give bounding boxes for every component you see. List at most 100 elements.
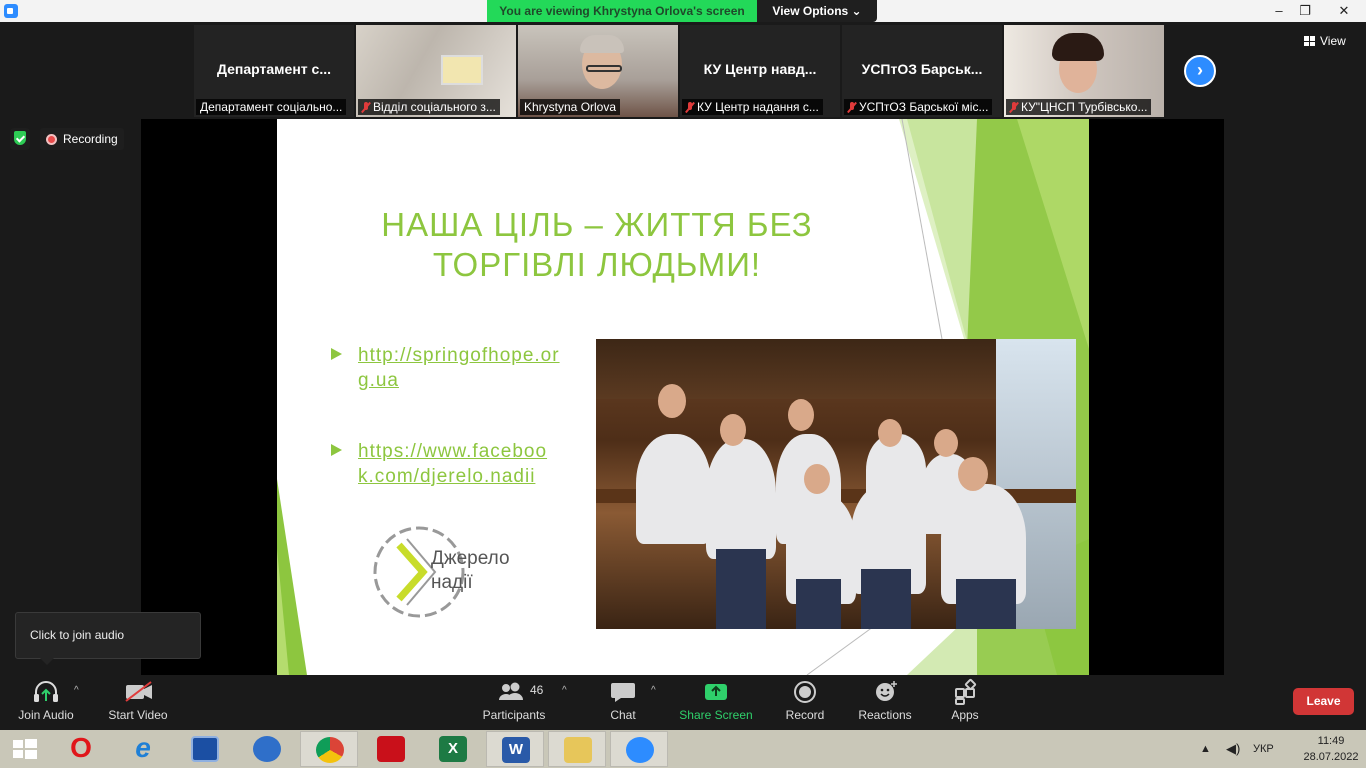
slide-bullet: https://www.facebook.com/djerelo.nadii (331, 439, 561, 489)
audio-options-caret[interactable]: ^ (74, 685, 79, 696)
photo-person-pants (716, 549, 766, 629)
participant-name-label: УСПтОЗ Барської міс... (844, 99, 993, 115)
taskbar-opera[interactable]: O (52, 731, 110, 767)
thunderbird-icon (253, 736, 281, 762)
tray-overflow-icon[interactable]: ▲ (1200, 730, 1211, 768)
taskbar-acrobat[interactable] (362, 731, 420, 767)
share-screen-icon (692, 675, 740, 705)
participant-tile[interactable]: КУ"ЦНСП Турбівсько... (1004, 25, 1164, 117)
chat-button[interactable]: Chat (599, 675, 647, 730)
photo-person-head (934, 429, 958, 457)
photo-person-pants (861, 569, 911, 629)
participant-name: УСПтОЗ Барської міс... (859, 100, 989, 114)
participant-name: Департамент соціально... (200, 100, 343, 114)
participant-name: Відділ соціального з... (373, 100, 496, 114)
participant-name-label: КУ Центр надання с... (682, 99, 823, 115)
participant-tile[interactable]: КУ Центр навд... КУ Центр надання с... (680, 25, 840, 117)
record-icon (781, 675, 829, 705)
close-button[interactable]: ✕ (1322, 0, 1366, 22)
participants-button[interactable]: 46 Participants (483, 675, 545, 730)
taskbar-excel[interactable]: X (424, 731, 482, 767)
logo-line-1: Джерело (431, 548, 510, 569)
participant-title: Департамент с... (217, 61, 331, 77)
start-video-button[interactable]: Start Video (108, 675, 168, 730)
windows-logo-icon (13, 739, 37, 759)
photo-person-pants (796, 579, 841, 629)
recording-indicator[interactable]: Recording (40, 128, 124, 150)
website-link[interactable]: http://springofhope.org.ua (358, 343, 561, 393)
taskbar-chrome[interactable] (300, 731, 358, 767)
slide-bullet: http://springofhope.org.ua (331, 343, 561, 393)
taskbar-thunderbird[interactable] (238, 731, 296, 767)
photo-person-head (720, 414, 746, 446)
volume-icon[interactable]: ◀) (1226, 730, 1240, 768)
taskbar-zoom[interactable] (610, 731, 668, 767)
bullet-arrow-icon (331, 348, 342, 360)
photo-person (636, 434, 711, 544)
security-shield-icon[interactable] (10, 128, 30, 150)
taskbar-internet-explorer[interactable]: e (114, 731, 172, 767)
facebook-link[interactable]: https://www.facebook.com/djerelo.nadii (358, 439, 561, 489)
participant-tile-active-speaker[interactable]: Khrystyna Orlova (518, 25, 678, 117)
leave-button[interactable]: Leave (1293, 688, 1354, 715)
floppy-disk-icon (191, 736, 219, 762)
group-photo (596, 339, 1076, 629)
participant-tile[interactable]: Відділ соціального з... (356, 25, 516, 117)
participant-tile[interactable]: Департамент с... Департамент соціально..… (194, 25, 354, 117)
photo-person-head (804, 464, 830, 494)
viewing-screen-text: You are viewing Khrystyna Orlova's scree… (487, 0, 757, 22)
join-audio-button[interactable]: Join Audio (18, 675, 74, 730)
start-button[interactable] (0, 731, 50, 767)
reactions-icon (861, 675, 909, 705)
participants-options-caret[interactable]: ^ (562, 685, 567, 696)
view-button[interactable]: View (1304, 34, 1346, 48)
chrome-icon (316, 737, 344, 763)
chat-options-caret[interactable]: ^ (651, 685, 656, 696)
next-page-button[interactable]: › (1184, 55, 1216, 87)
participant-hair (580, 35, 624, 53)
view-button-label: View (1320, 34, 1346, 48)
participant-name: КУ Центр надання с... (697, 100, 819, 114)
participant-tile[interactable]: УСПтОЗ Барськ... УСПтОЗ Барської міс... (842, 25, 1002, 117)
participant-strip: Департамент с... Департамент соціально..… (194, 25, 1164, 117)
record-button[interactable]: Record (781, 675, 829, 730)
acrobat-icon (377, 736, 405, 762)
zoom-logo-icon (4, 4, 18, 18)
join-audio-tooltip: Click to join audio (15, 612, 201, 665)
taskbar-save-app[interactable] (176, 731, 234, 767)
photo-person-head (788, 399, 814, 431)
reactions-button[interactable]: Reactions (858, 675, 912, 730)
folder-icon (564, 737, 592, 763)
viewing-banner: You are viewing Khrystyna Orlova's scree… (487, 0, 877, 22)
chat-icon (599, 675, 647, 705)
language-indicator[interactable]: УКР (1253, 730, 1274, 768)
join-audio-label: Join Audio (18, 708, 74, 722)
mic-muted-icon (848, 101, 856, 113)
participant-name-label: Департамент соціально... (196, 99, 347, 115)
excel-icon: X (439, 736, 467, 762)
internet-explorer-icon: e (135, 732, 151, 763)
participant-name: Khrystyna Orlova (524, 100, 617, 114)
view-options-button[interactable]: View Options ⌄ (757, 0, 877, 22)
clock-time: 11:49 (1317, 735, 1345, 747)
opera-icon: O (70, 732, 92, 763)
logo-text: Джерело надії (431, 547, 510, 595)
photo-person-head (878, 419, 902, 447)
mic-muted-icon (1010, 101, 1018, 113)
apps-label: Apps (951, 708, 979, 722)
participant-title: КУ Центр навд... (703, 61, 817, 77)
apps-button[interactable]: Apps (941, 675, 989, 730)
restore-button[interactable]: ❐ (1288, 0, 1322, 22)
chat-label: Chat (610, 708, 636, 722)
clock[interactable]: 11:49 28.07.2022 (1298, 733, 1364, 765)
photo-person (866, 434, 926, 514)
taskbar-word[interactable]: W (486, 731, 544, 767)
taskbar-file-explorer[interactable] (548, 731, 606, 767)
mic-muted-icon (362, 101, 370, 113)
share-screen-button[interactable]: Share Screen (679, 675, 753, 730)
recording-dot-icon (46, 133, 57, 145)
video-off-icon (114, 675, 162, 705)
photo-person (706, 439, 776, 559)
participants-count: 46 (530, 683, 544, 697)
photo-person-head (958, 457, 988, 491)
